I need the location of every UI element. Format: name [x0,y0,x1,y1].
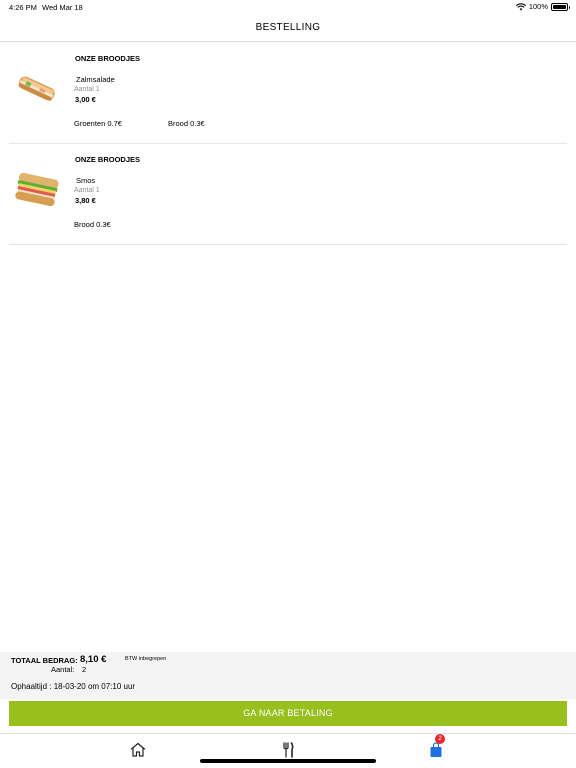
tab-cart[interactable]: 2 [426,734,446,760]
salmon-baguette-image [18,76,55,101]
item-extras: Brood 0.3€ [74,220,168,229]
page-title: BESTELLING [255,22,321,33]
page-header: BESTELLING [0,14,576,42]
order-list: ONZE BROODJES Zalmsalade Aantal 1 3,00 €… [0,43,576,245]
pickup-time: Ophaaltijd : 18-03-20 om 07:10 uur [11,682,136,691]
tab-home[interactable] [128,740,148,760]
order-item[interactable]: ONZE BROODJES Zalmsalade Aantal 1 3,00 €… [9,43,567,144]
total-label: TOTAAL BEDRAG: [11,656,78,665]
battery-percentage: 100% [528,2,548,11]
order-summary: TOTAAL BEDRAG: 8,10 € BTW inbegrepen Aan… [0,652,576,699]
item-extra: Groenten 0.7€ [74,119,122,128]
battery-icon [551,2,570,11]
count-value: 2 [82,665,87,674]
item-category: ONZE BROODJES [75,54,141,63]
cart-badge: 2 [435,734,445,744]
item-extra: Brood 0.3€ [74,220,111,229]
item-name: Smos [76,176,96,185]
item-quantity: Aantal 1 [74,86,100,93]
home-icon [130,742,146,757]
status-time: 4:26 PM [9,3,37,12]
item-price: 3,00 € [75,95,96,104]
wifi-icon [515,2,526,10]
home-indicator [200,759,376,763]
item-extras: Groenten 0.7€ Brood 0.3€ [74,119,262,128]
count-label: Aantal: [51,665,75,674]
item-name: Zalmsalade [76,75,115,84]
smos-sandwich-image [15,172,59,207]
item-extra: Brood 0.3€ [168,119,205,128]
checkout-button[interactable]: GA NAAR BETALING [9,701,567,726]
total-value: 8,10 € [80,654,107,665]
item-quantity: Aantal 1 [74,187,100,194]
status-date: Wed Mar 18 [42,3,83,12]
fork-knife-icon [283,742,294,758]
item-category: ONZE BROODJES [75,155,141,164]
vat-note: BTW inbegrepen [125,656,167,662]
status-bar: 4:26 PM Wed Mar 18 100% [0,0,576,14]
item-price: 3,80 € [75,196,96,205]
order-item[interactable]: ONZE BROODJES Smos Aantal 1 3,80 € Brood… [9,144,567,245]
tab-menu[interactable] [278,740,298,760]
status-right: 100% [515,2,570,11]
